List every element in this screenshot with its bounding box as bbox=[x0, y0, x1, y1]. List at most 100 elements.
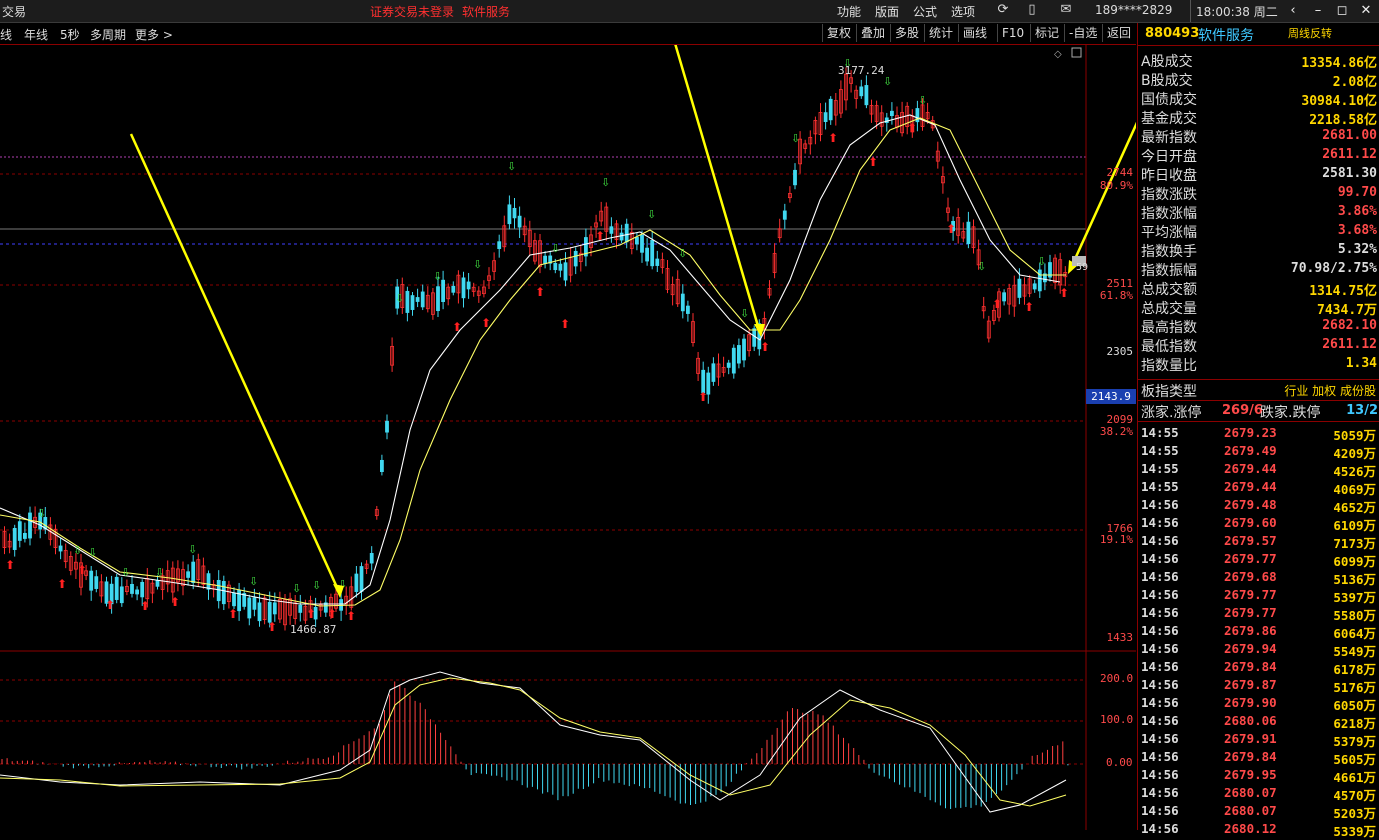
stat-label: 指数振幅 bbox=[1141, 263, 1197, 279]
tick-time: 14:55 bbox=[1141, 425, 1179, 440]
tick-time: 14:56 bbox=[1141, 695, 1179, 710]
tick-row[interactable]: 14:56 2679.90 6050万 bbox=[1138, 695, 1379, 713]
tick-row[interactable]: 14:55 2679.49 4209万 bbox=[1138, 443, 1379, 461]
close-icon[interactable]: ✕ bbox=[1354, 0, 1378, 22]
minimize-icon[interactable]: – bbox=[1306, 0, 1330, 22]
mail-icon[interactable]: ✉ bbox=[1058, 2, 1074, 18]
panel-header: 880493 软件服务 周线反转 bbox=[1138, 23, 1379, 46]
phone-icon[interactable]: ▯ bbox=[1024, 2, 1040, 18]
tick-row[interactable]: 14:56 2679.60 6109万 bbox=[1138, 515, 1379, 533]
stat-value: 2611.12 bbox=[1322, 147, 1377, 162]
y-axis-label: 38.2% bbox=[1099, 425, 1133, 438]
tick-price: 2679.49 bbox=[1224, 443, 1277, 458]
sell-signal-icon: ⇩ bbox=[1037, 255, 1046, 268]
refresh-icon[interactable]: ⟳ bbox=[995, 2, 1011, 18]
f10-button[interactable]: F10 bbox=[997, 24, 1028, 42]
tick-time: 14:55 bbox=[1141, 443, 1179, 458]
stats-button[interactable]: 统计 bbox=[924, 24, 957, 42]
tick-row[interactable]: 14:56 2680.07 5203万 bbox=[1138, 803, 1379, 821]
candle bbox=[22, 532, 27, 539]
tick-price: 2679.94 bbox=[1224, 641, 1277, 656]
tick-row[interactable]: 14:56 2679.48 4652万 bbox=[1138, 497, 1379, 515]
tick-price: 2680.06 bbox=[1224, 713, 1277, 728]
tick-time: 14:56 bbox=[1141, 785, 1179, 800]
menu-function[interactable]: 功能 bbox=[837, 3, 861, 20]
stat-value: 30984.10亿 bbox=[1301, 94, 1377, 109]
login-notice[interactable]: 证券交易未登录 bbox=[370, 3, 454, 20]
sell-signal-icon: ⇩ bbox=[73, 544, 82, 557]
sell-signal-icon: ⇩ bbox=[292, 582, 301, 595]
candle bbox=[890, 110, 894, 117]
tick-time: 14:56 bbox=[1141, 587, 1179, 602]
index-name: 软件服务 bbox=[1198, 28, 1254, 44]
maximize-icon[interactable]: ◻ bbox=[1330, 0, 1354, 22]
back-icon[interactable]: ‹ bbox=[1281, 0, 1305, 22]
period-line[interactable]: 线 bbox=[0, 26, 12, 43]
period-5s[interactable]: 5秒 bbox=[60, 26, 80, 43]
tick-time: 14:56 bbox=[1141, 569, 1179, 584]
candle bbox=[507, 204, 512, 225]
divider bbox=[1190, 0, 1191, 22]
candle bbox=[635, 236, 639, 245]
restore-rights-button[interactable]: 复权 bbox=[822, 24, 855, 42]
stat-row: 昨日收盘 2581.30 bbox=[1141, 165, 1377, 184]
tick-row[interactable]: 14:56 2679.95 4661万 bbox=[1138, 767, 1379, 785]
candle bbox=[272, 602, 277, 615]
tick-row[interactable]: 14:56 2680.12 5339万 bbox=[1138, 821, 1379, 839]
stat-row: A股成交 13354.86亿 bbox=[1141, 51, 1377, 71]
tick-price: 2679.87 bbox=[1224, 677, 1277, 692]
candle bbox=[405, 290, 410, 313]
tick-row[interactable]: 14:56 2679.84 6178万 bbox=[1138, 659, 1379, 677]
chart-toolbar: 线 年线 5秒 多周期 更多 > 复权 叠加 多股 统计 画线 F10 标记 -… bbox=[0, 23, 1136, 45]
tick-row[interactable]: 14:56 2680.06 6218万 bbox=[1138, 713, 1379, 731]
stat-label: 基金成交 bbox=[1141, 111, 1197, 127]
tick-row[interactable]: 14:56 2679.87 5176万 bbox=[1138, 677, 1379, 695]
tick-row[interactable]: 14:56 2679.86 6064万 bbox=[1138, 623, 1379, 641]
tick-price: 2679.44 bbox=[1224, 461, 1277, 476]
tick-price: 2680.12 bbox=[1224, 821, 1277, 836]
buy-signal-icon: ⬆ bbox=[946, 222, 956, 236]
tick-row[interactable]: 14:56 2679.84 5605万 bbox=[1138, 749, 1379, 767]
stat-label: 指数量比 bbox=[1141, 358, 1197, 374]
stat-label: 总成交量 bbox=[1141, 301, 1197, 317]
stat-row: 指数涨幅 3.86% bbox=[1141, 203, 1377, 222]
multi-stock-button[interactable]: 多股 bbox=[890, 24, 923, 42]
tick-time: 14:56 bbox=[1141, 749, 1179, 764]
overlay-button[interactable]: 叠加 bbox=[856, 24, 889, 42]
period-year[interactable]: 年线 bbox=[24, 26, 48, 43]
menu-formula[interactable]: 公式 bbox=[913, 3, 937, 20]
menu-options[interactable]: 选项 bbox=[951, 3, 975, 20]
tick-row[interactable]: 14:56 2679.57 7173万 bbox=[1138, 533, 1379, 551]
more-button[interactable]: 更多 > bbox=[135, 26, 173, 43]
mark-button[interactable]: 标记 bbox=[1030, 24, 1063, 42]
tick-row[interactable]: 14:56 2679.77 5397万 bbox=[1138, 587, 1379, 605]
menu-layout[interactable]: 版面 bbox=[875, 3, 899, 20]
buy-signal-icon: ⬆ bbox=[595, 229, 605, 243]
kline-chart[interactable]: ⬆⬆⬆⬆ ⬆ ⬆⬆⬆⬆ ⬆ ⬆⬆ ⬆⬆⬆⬆⬆⬆⬆⬆⬆⬆⬆ ⬆⬆⇩⇩ ⇩⇩ ⇩⇩⇩⇩ ⇩ ⇩⇩⇩⇩⇩⇩… bbox=[0, 45, 1136, 830]
stat-label: 总成交额 bbox=[1141, 282, 1197, 298]
tick-row[interactable]: 14:55 2679.44 4526万 bbox=[1138, 461, 1379, 479]
expand-icon[interactable] bbox=[1071, 47, 1082, 58]
service-link[interactable]: 软件服务 bbox=[462, 3, 510, 20]
tick-row[interactable]: 14:56 2679.94 5549万 bbox=[1138, 641, 1379, 659]
index-code: 880493 bbox=[1145, 26, 1200, 41]
multi-period[interactable]: 多周期 bbox=[90, 26, 126, 43]
stat-row: 指数换手 5.32% bbox=[1141, 241, 1377, 260]
candle bbox=[17, 521, 22, 541]
tick-row[interactable]: 14:56 2679.77 6099万 bbox=[1138, 551, 1379, 569]
tick-row[interactable]: 14:55 2679.23 5059万 bbox=[1138, 425, 1379, 443]
draw-line-button[interactable]: 画线 bbox=[958, 24, 991, 42]
stat-row: 今日开盘 2611.12 bbox=[1141, 146, 1377, 165]
tick-time: 14:56 bbox=[1141, 677, 1179, 692]
tick-row[interactable]: 14:56 2680.07 4570万 bbox=[1138, 785, 1379, 803]
tick-row[interactable]: 14:56 2679.77 5580万 bbox=[1138, 605, 1379, 623]
candle bbox=[191, 561, 196, 584]
index-type-links[interactable]: 行业 加权 成份股 bbox=[1284, 382, 1376, 399]
tick-row[interactable]: 14:56 2679.91 5379万 bbox=[1138, 731, 1379, 749]
tick-row[interactable]: 14:56 2679.68 5136万 bbox=[1138, 569, 1379, 587]
candle bbox=[828, 98, 833, 121]
candle bbox=[640, 234, 644, 253]
diamond-icon[interactable]: ◇ bbox=[1054, 49, 1062, 60]
buy-signal-icon: ⬆ bbox=[170, 595, 180, 609]
tick-row[interactable]: 14:55 2679.44 4069万 bbox=[1138, 479, 1379, 497]
